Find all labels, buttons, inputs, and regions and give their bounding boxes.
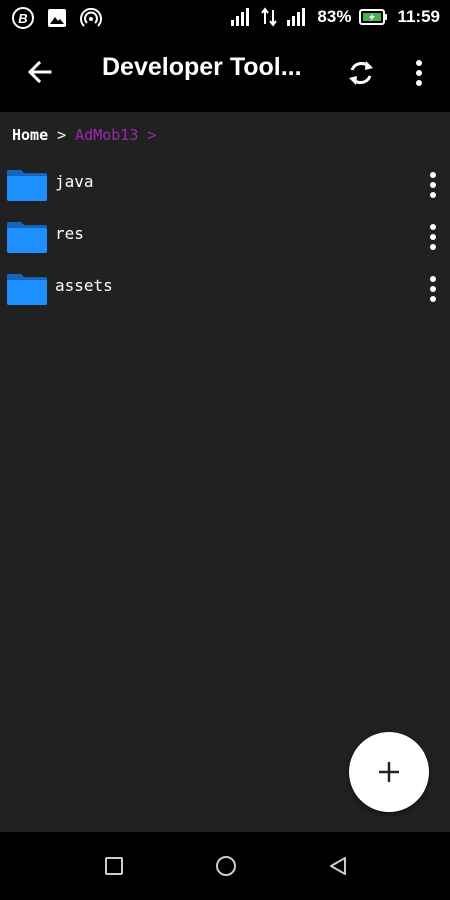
signal-icon — [287, 8, 306, 26]
status-bar: B 83% 11:59 — [0, 0, 450, 36]
recents-square-icon[interactable] — [102, 854, 126, 878]
list-item[interactable]: assets — [0, 262, 450, 314]
file-browser: Home > AdMob13 > java res assets — [0, 112, 450, 832]
folder-icon — [7, 222, 47, 253]
folder-icon — [7, 274, 47, 305]
add-fab-button[interactable] — [349, 732, 429, 812]
list-item[interactable]: res — [0, 210, 450, 262]
more-options-icon[interactable] — [420, 170, 446, 200]
status-right-icons: 83% 11:59 — [229, 6, 440, 28]
battery-icon — [359, 9, 388, 25]
back-arrow-icon[interactable] — [24, 56, 56, 88]
folder-icon — [7, 170, 47, 201]
refresh-icon[interactable] — [344, 56, 378, 90]
data-icon — [261, 7, 278, 27]
back-triangle-icon[interactable] — [326, 854, 350, 878]
breadcrumb-home[interactable]: Home — [12, 126, 48, 144]
image-icon — [48, 9, 66, 27]
file-name: assets — [55, 276, 113, 295]
breadcrumb-current[interactable]: AdMob13 — [75, 126, 138, 144]
breadcrumb-separator: > — [57, 126, 67, 144]
signal-icon — [231, 8, 250, 26]
home-circle-icon[interactable] — [214, 854, 238, 878]
overflow-menu-icon[interactable] — [406, 56, 432, 90]
more-options-icon[interactable] — [420, 222, 446, 252]
system-nav-bar — [0, 832, 450, 900]
list-item[interactable]: java — [0, 158, 450, 210]
file-name: res — [55, 224, 84, 243]
app-toolbar: Developer Tool... — [0, 36, 450, 112]
hotspot-icon — [80, 7, 102, 27]
breadcrumb: Home > AdMob13 > — [12, 126, 156, 144]
svg-text:B: B — [18, 11, 27, 26]
more-options-icon[interactable] — [420, 274, 446, 304]
b-app-icon: B — [12, 7, 34, 29]
clock: 11:59 — [397, 7, 440, 26]
page-title: Developer Tool... — [102, 53, 302, 81]
breadcrumb-separator: > — [147, 126, 157, 144]
plus-icon — [379, 762, 399, 782]
status-left-icons: B — [12, 7, 102, 29]
file-name: java — [55, 172, 94, 191]
battery-percent: 83% — [317, 7, 352, 26]
